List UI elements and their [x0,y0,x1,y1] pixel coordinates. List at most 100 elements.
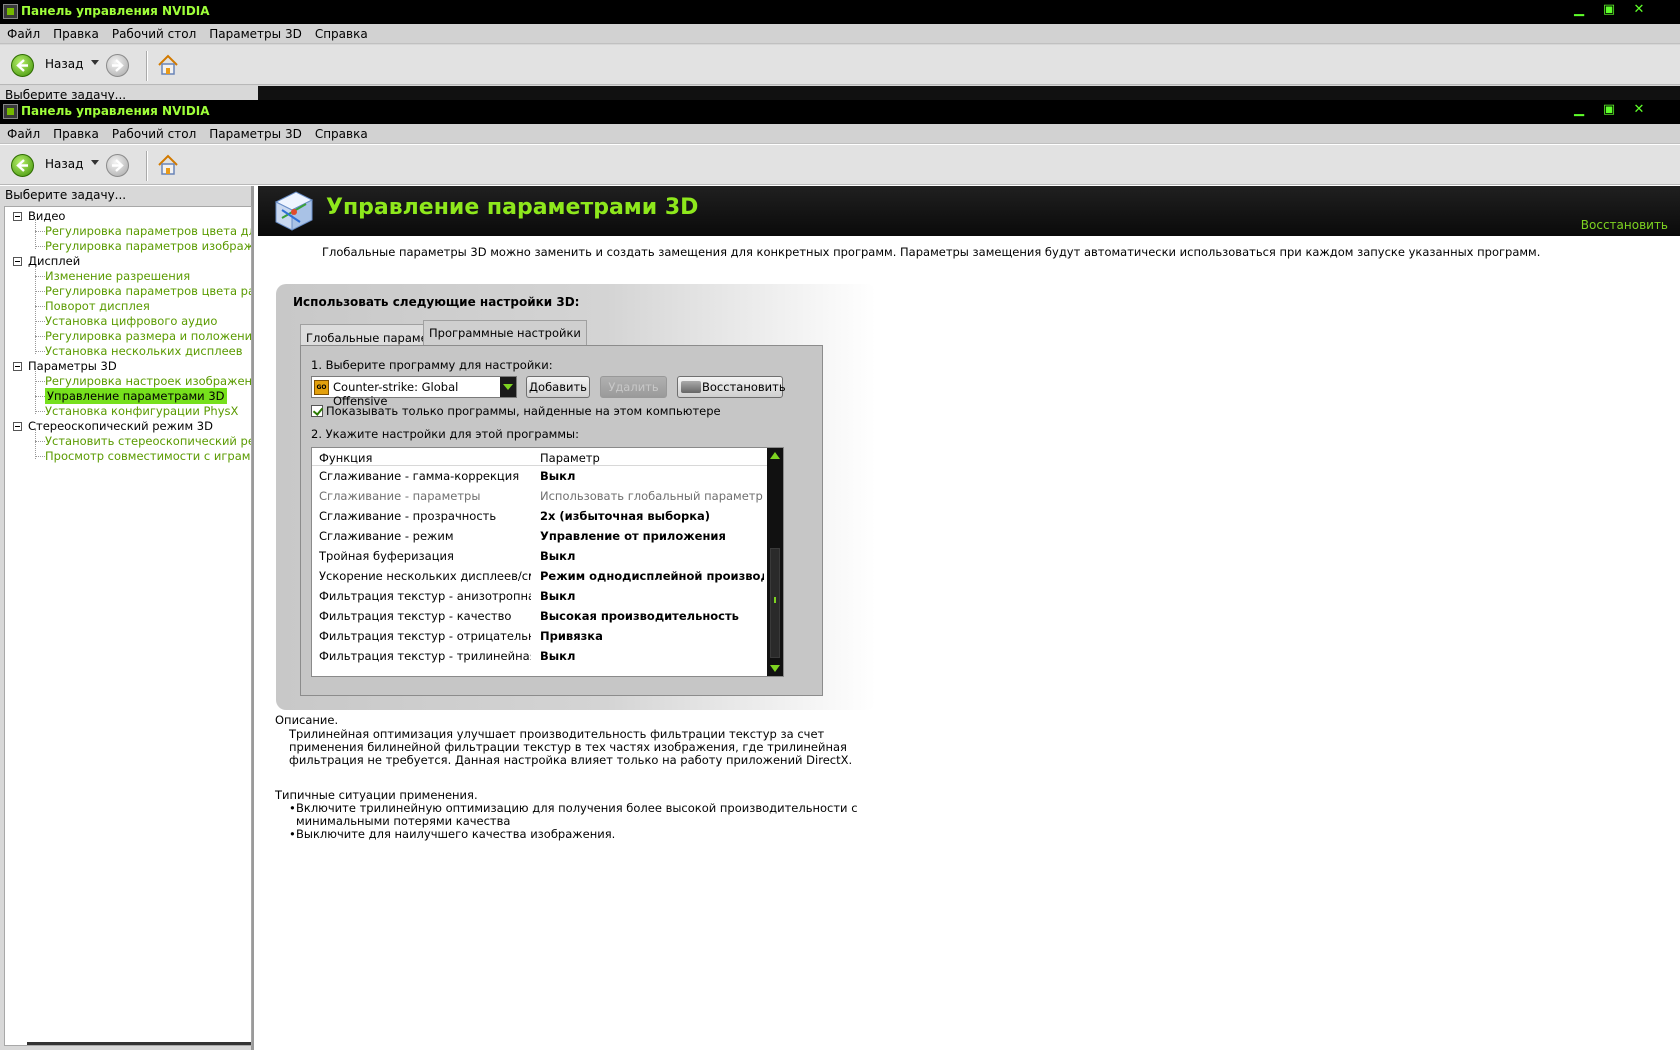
tree-item-multiple-displays[interactable]: Установка нескольких дисплеев [45,343,243,359]
minimize-icon[interactable]: ▁ [1568,101,1590,119]
table-row[interactable]: Фильтрация текстур - анизотропная оп... В… [312,586,767,606]
show-only-label: Показывать только программы, найденные н… [326,404,721,418]
checkbox-checked-icon[interactable] [311,405,323,417]
table-row[interactable]: Фильтрация текстур - отрицательное о... П… [312,626,767,646]
menu-desktop[interactable]: Рабочий стол [105,124,202,141]
menu-file[interactable]: Файл [0,24,46,41]
tree-connector [35,351,45,352]
remove-program-button[interactable]: Удалить [600,376,667,398]
collapse-icon[interactable] [13,257,22,266]
task-tree-scrollbar[interactable] [27,1042,251,1045]
collapse-icon[interactable] [13,422,22,431]
collapse-icon[interactable] [13,362,22,371]
menu-edit[interactable]: Правка [46,124,105,141]
program-settings-body: 1. Выберите программу для настройки: GO … [300,345,823,696]
scroll-down-icon[interactable] [770,665,780,672]
column-header-function[interactable]: Функция [319,451,372,465]
intro-text: Глобальные параметры 3D можно заменить и… [322,245,1541,259]
home-icon[interactable] [156,153,180,177]
table-row[interactable]: Тройная буферизация Выкл [312,546,767,566]
tree-item-video-color[interactable]: Регулировка параметров цвета для вид [45,223,251,239]
menu-3d-settings[interactable]: Параметры 3D [202,24,308,41]
table-row[interactable]: Ускорение нескольких дисплеев/смеша... Ре… [312,566,767,586]
tree-item-digital-audio[interactable]: Установка цифрового аудио [45,313,217,329]
maximize-icon[interactable]: ▣ [1598,101,1620,119]
tree-item-physx[interactable]: Установка конфигурации PhysX [45,403,238,419]
tree-item-desktop-color[interactable]: Регулировка параметров цвета рабочег [45,283,251,299]
toolbar-separator [146,51,148,81]
background-title-bar[interactable]: Панель управления NVIDIA ▁ ▣ ✕ [0,0,1680,24]
forward-arrow-icon[interactable] [106,54,129,77]
home-icon[interactable] [156,53,180,77]
tree-item-desktop-size[interactable]: Регулировка размера и положения рабо [45,328,251,344]
back-label[interactable]: Назад [45,157,83,171]
forward-arrow-icon[interactable] [106,154,129,177]
usage-item-text: Включите трилинейную оптимизацию для пол… [296,801,858,828]
bullet: • [289,827,296,841]
nvidia-app-icon [3,4,18,19]
tab-program-settings[interactable]: Программные настройки [423,320,587,346]
settings-table: Функция Параметр Сглаживание - гамма-кор… [311,447,784,677]
program-select[interactable]: GO Counter-strike: Global Offensive [311,376,517,408]
tree-category-3d-settings[interactable]: Параметры 3D [13,358,117,374]
row-function: Фильтрация текстур - трилинейная опт... [319,649,531,663]
tree-item-video-image[interactable]: Регулировка параметров изображения д [45,238,251,254]
close-icon[interactable]: ✕ [1628,101,1650,119]
tree-item-rotate-display[interactable]: Поворот дисплея [45,298,150,314]
restore-defaults-link[interactable]: Восстановить [1581,218,1668,232]
content-area: Управление параметрами 3D Восстановить Г… [258,186,1680,1050]
tree-item-manage-3d-settings[interactable]: Управление параметрами 3D [45,388,227,404]
row-value: Выкл [540,469,576,483]
back-arrow-icon[interactable] [11,54,34,77]
show-only-installed-checkbox[interactable]: Показывать только программы, найденные н… [311,404,721,418]
scroll-up-icon[interactable] [770,452,780,459]
table-row[interactable]: Сглаживание - гамма-коррекция Выкл [312,466,767,486]
menu-edit[interactable]: Правка [46,24,105,41]
minimize-icon[interactable]: ▁ [1568,1,1590,19]
nvidia-app-icon [3,104,18,119]
menu-help[interactable]: Справка [308,24,374,41]
tree-category-video[interactable]: Видео [13,208,65,224]
restore-program-button[interactable]: Восстановить [677,376,786,398]
menu-desktop[interactable]: Рабочий стол [105,24,202,41]
back-label[interactable]: Назад [45,57,83,71]
table-row[interactable]: Сглаживание - прозрачность 2x (избыточная… [312,506,767,526]
menu-help[interactable]: Справка [308,124,374,141]
dropdown-icon[interactable] [91,60,99,65]
row-value: Выкл [540,549,576,563]
row-function: Фильтрация текстур - отрицательное о... [319,629,531,643]
tree-category-display[interactable]: Дисплей [13,253,80,269]
tree-item-image-preview[interactable]: Регулировка настроек изображения с пр [45,373,251,389]
table-row[interactable]: Сглаживание - режим Управление от приложе… [312,526,767,546]
add-program-button[interactable]: Добавить [526,376,590,398]
close-icon[interactable]: ✕ [1628,1,1650,19]
main-window: Панель управления NVIDIA ▁ ▣ ✕ Файл Правк… [0,100,1680,1050]
tree-item-game-compatibility[interactable]: Просмотр совместимости с играми [45,448,251,464]
title-bar[interactable]: Панель управления NVIDIA ▁ ▣ ✕ [0,100,1680,124]
back-arrow-icon[interactable] [11,154,34,177]
step2-label: 2. Укажите настройки для этой программы: [311,427,579,441]
column-header-parameter[interactable]: Параметр [540,451,600,465]
tree-category-stereo-3d[interactable]: Стереоскопический режим 3D [13,418,213,434]
tree-connector [35,336,45,337]
row-function: Сглаживание - параметры [319,489,481,503]
table-row[interactable]: Сглаживание - параметры Использовать глоб… [312,486,767,506]
table-row[interactable]: Фильтрация текстур - качество Высокая про… [312,606,767,626]
row-value: Выкл [540,649,576,663]
dropdown-icon[interactable] [91,160,99,165]
tree-item-setup-stereo[interactable]: Установить стереоскопический режим 3 [45,433,251,449]
menu-file[interactable]: Файл [0,124,46,141]
table-scrollbar[interactable] [767,448,783,676]
table-row[interactable]: Фильтрация текстур - трилинейная опт... В… [312,646,767,666]
menu-3d-settings[interactable]: Параметры 3D [202,124,308,141]
tree-connector [35,306,45,307]
row-value: Привязка [540,629,603,643]
scroll-thumb[interactable] [770,548,780,658]
collapse-icon[interactable] [13,212,22,221]
maximize-icon[interactable]: ▣ [1598,1,1620,19]
usage-section: Типичные ситуации применения. • Включите … [275,789,875,841]
tree-item-change-resolution[interactable]: Изменение разрешения [45,268,190,284]
toolbar: Назад [0,145,1680,185]
content-header: Управление параметрами 3D Восстановить [258,186,1680,236]
chevron-down-icon[interactable] [500,377,516,397]
